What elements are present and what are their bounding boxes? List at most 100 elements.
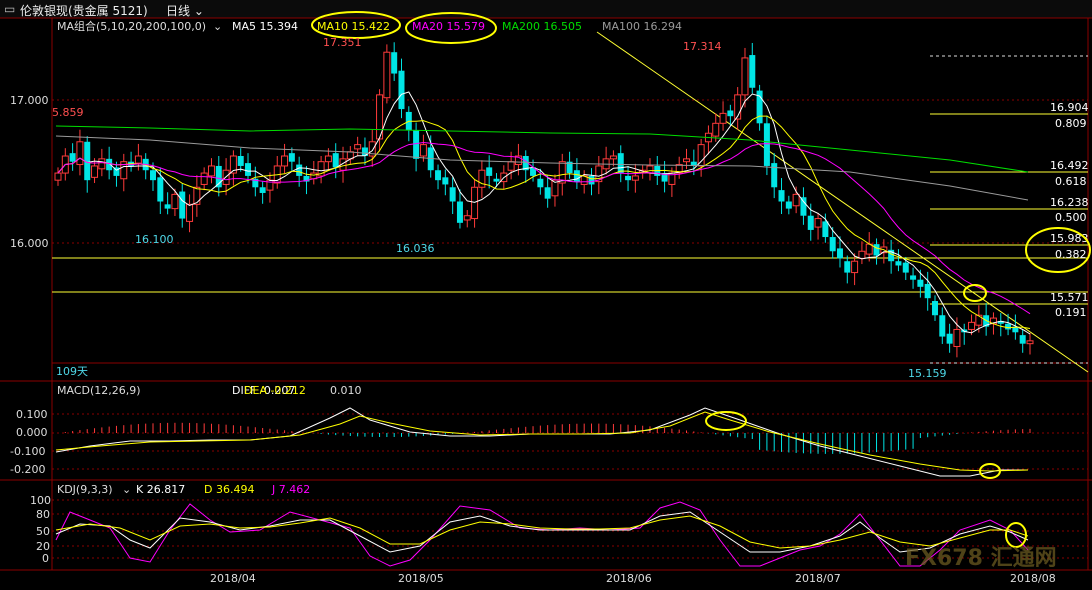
candle-body [712,122,720,137]
candle-body [631,175,639,181]
days-label: 109天 [56,365,88,378]
candle-body [383,51,391,99]
kdj-label[interactable]: KDJ(9,3,3) [57,483,113,496]
x-axis-label: 2018/05 [398,572,444,585]
fib-price: 16.492 [1050,159,1089,172]
x-axis-label: 2018/08 [1010,572,1056,585]
candle-body [493,178,500,182]
candle-body [873,244,880,256]
moving-averages [55,91,1031,335]
macd-diff-line [55,407,1028,477]
candle-body [836,248,843,259]
fib-ratio: 0.500 [1055,211,1087,224]
macd-dea: DEA -0.212 [244,384,306,397]
macd-value: 0.010 [330,384,362,397]
candle-body [588,175,595,185]
macd-tick: -0.200 [10,463,45,476]
candle-body [419,144,427,157]
high-label: 17.314 [683,40,722,53]
candle-body [807,215,814,230]
candle-body [478,169,486,188]
candle-body [844,261,851,273]
candle-body [435,170,442,181]
candle-body [186,203,194,222]
candle-body [544,187,551,199]
candle-body [245,163,252,176]
candle-body [471,186,479,220]
candle-body [354,144,362,150]
candle-body [800,197,807,216]
ma100-line [55,135,1029,201]
candle-body [953,328,961,348]
x-axis-label: 2018/07 [795,572,841,585]
candle-body [1019,335,1026,344]
candle-body [207,165,215,177]
candle-body [106,158,113,171]
candle-body [442,177,449,185]
fib-ratio: 0.382 [1055,248,1087,261]
ma200-line [55,125,1029,173]
candle-body [749,55,756,88]
candle-body [683,158,691,163]
kdj-tick: 100 [30,494,51,507]
candle-body [771,163,778,188]
candle-body [822,221,829,238]
candle-body [259,187,266,193]
macd-tick: 0.000 [16,426,48,439]
candle-body [237,156,244,166]
ma-group-label[interactable]: MA组合(5,10,20,200,100,0) [57,19,206,33]
candle-body [617,153,624,174]
price-tick: 17.000 [10,94,49,107]
candle-body [98,158,106,170]
candle-body [814,218,822,228]
candle-body [179,191,186,219]
candle-body [975,314,983,326]
fib-ratio: 0.809 [1055,117,1087,130]
candle-body [1005,323,1012,330]
candle-body [741,57,749,96]
kdj-tick: 80 [36,508,50,521]
kdj-tick: 50 [36,525,50,538]
low-label: 16.036 [396,242,435,255]
fib-price: 16.238 [1050,196,1089,209]
low-label: 15.159 [908,367,947,380]
fib-ratio: 0.191 [1055,306,1087,319]
fib-price: 16.904 [1050,101,1089,114]
ma10-legend: MA10 15.422 [317,20,390,33]
candle-body [609,155,617,160]
candle-body [785,201,792,209]
ma10-line [57,115,1031,329]
kdj-tick: 0 [42,552,49,565]
candle-body [281,155,289,167]
candle-body [939,315,946,337]
candle-body [324,155,332,163]
kdj-j-line [55,501,1029,567]
candle-body [171,193,179,210]
candle-body [507,161,515,171]
candle-body [193,186,201,205]
chart-canvas[interactable]: 17.000 16.000 MA组合(5,10,20,200,100,0) ⌄ … [0,0,1092,590]
price-tick: 16.000 [10,237,49,250]
candle-body [829,237,836,252]
candle-body [486,167,493,176]
candle-body [76,141,84,166]
watermark: FX678 汇通网 [905,546,1057,571]
macd-label[interactable]: MACD(12,26,9) [57,384,141,397]
candle-body [792,193,800,207]
ma5-legend: MA5 15.394 [232,20,298,33]
candle-body [917,279,924,287]
candle-body [332,153,339,168]
candle-body [164,204,171,209]
ma5-line [57,91,1031,335]
kdj-j: J 7.462 [271,483,310,496]
candle-body [413,130,420,159]
annotation-ellipse [963,284,987,302]
macd-dea-line [55,411,1029,472]
candle-body [391,52,398,74]
candle-body [778,190,785,202]
candle-body [288,153,295,162]
candlesticks [54,42,1034,358]
candle-body [968,321,976,330]
candle-body [573,170,580,182]
candle-body [851,260,859,274]
